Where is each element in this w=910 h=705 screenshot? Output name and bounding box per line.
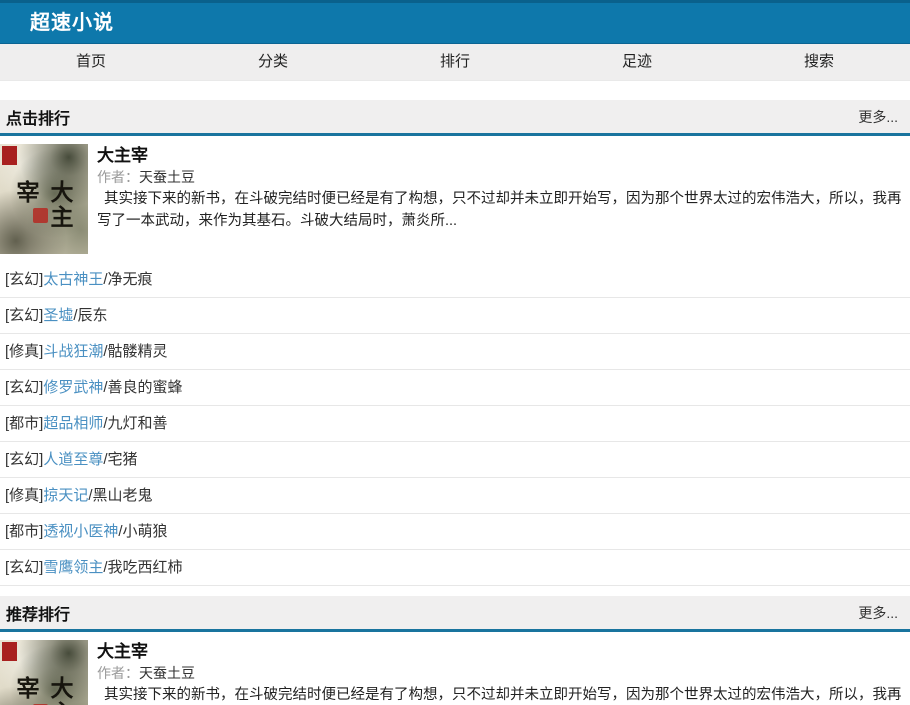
featured-book: 大主宰 大主宰 作者：天蚕土豆 其实接下来的新书，在斗破完结时便已经是有了构想，… bbox=[0, 632, 910, 705]
book-title-link[interactable]: 超品相师 bbox=[43, 415, 103, 432]
book-category: [修真] bbox=[5, 343, 43, 360]
section-title: 推荐排行 bbox=[6, 601, 70, 625]
list-item: [玄幻]圣墟/辰东 bbox=[0, 298, 910, 334]
book-title-link[interactable]: 圣墟 bbox=[43, 307, 73, 324]
more-link[interactable]: 更多... bbox=[858, 603, 898, 623]
book-author: 宅猪 bbox=[108, 451, 138, 468]
featured-book-title[interactable]: 大主宰 bbox=[97, 145, 906, 167]
click-ranking-list: [玄幻]太古神王/净无痕 [玄幻]圣墟/辰东 [修真]斗战狂潮/骷髅精灵 [玄幻… bbox=[0, 262, 910, 586]
book-title-link[interactable]: 人道至尊 bbox=[43, 451, 103, 468]
list-item: [玄幻]雪鹰领主/我吃西红柿 bbox=[0, 550, 910, 586]
author-label: 作者： bbox=[97, 169, 139, 185]
nav-item-history[interactable]: 足迹 bbox=[546, 44, 728, 80]
book-category: [修真] bbox=[5, 487, 43, 504]
featured-book-info: 大主宰 作者：天蚕土豆 其实接下来的新书，在斗破完结时便已经是有了构想，只不过却… bbox=[88, 144, 910, 254]
app-header: 超速小说 bbox=[0, 0, 910, 44]
list-item: [修真]斗战狂潮/骷髅精灵 bbox=[0, 334, 910, 370]
section-header-recommend-ranking: 推荐排行 更多... bbox=[0, 596, 910, 632]
book-category: [都市] bbox=[5, 415, 43, 432]
more-link[interactable]: 更多... bbox=[858, 107, 898, 127]
list-item: [修真]掠天记/黑山老鬼 bbox=[0, 478, 910, 514]
featured-book-title[interactable]: 大主宰 bbox=[97, 641, 906, 663]
nav-item-home[interactable]: 首页 bbox=[0, 44, 182, 80]
cover-red-corner-mark bbox=[2, 642, 17, 661]
book-title-link[interactable]: 斗战狂潮 bbox=[43, 343, 103, 360]
featured-book-author-line: 作者：天蚕土豆 bbox=[97, 167, 906, 188]
featured-book-description: 其实接下来的新书，在斗破完结时便已经是有了构想，只不过却并未立即开始写，因为那个… bbox=[97, 188, 906, 232]
section-header-click-ranking: 点击排行 更多... bbox=[0, 100, 910, 136]
nav-item-ranking[interactable]: 排行 bbox=[364, 44, 546, 80]
list-item: [玄幻]修罗武神/善良的蜜蜂 bbox=[0, 370, 910, 406]
featured-book-description: 其实接下来的新书，在斗破完结时便已经是有了构想，只不过却并未立即开始写，因为那个… bbox=[97, 684, 906, 705]
book-author: 我吃西红柿 bbox=[108, 559, 183, 576]
list-item: [都市]透视小医神/小萌狼 bbox=[0, 514, 910, 550]
list-item: [玄幻]人道至尊/宅猪 bbox=[0, 442, 910, 478]
book-author: 净无痕 bbox=[108, 271, 153, 288]
book-author: 骷髅精灵 bbox=[108, 343, 168, 360]
book-category: [玄幻] bbox=[5, 307, 43, 324]
spacer bbox=[0, 81, 910, 100]
book-cover-image[interactable]: 大主宰 bbox=[0, 640, 88, 705]
book-author: 九灯和善 bbox=[108, 415, 168, 432]
book-title-link[interactable]: 修罗武神 bbox=[43, 379, 103, 396]
book-title-link[interactable]: 雪鹰领主 bbox=[43, 559, 103, 576]
list-item: [玄幻]太古神王/净无痕 bbox=[0, 262, 910, 298]
author-name: 天蚕土豆 bbox=[139, 665, 195, 681]
book-author: 辰东 bbox=[78, 307, 108, 324]
book-author: 小萌狼 bbox=[123, 523, 168, 540]
book-title-link[interactable]: 透视小医神 bbox=[43, 523, 118, 540]
author-label: 作者： bbox=[97, 665, 139, 681]
featured-book-info: 大主宰 作者：天蚕土豆 其实接下来的新书，在斗破完结时便已经是有了构想，只不过却… bbox=[88, 640, 910, 705]
book-author: 黑山老鬼 bbox=[93, 487, 153, 504]
author-name: 天蚕土豆 bbox=[139, 169, 195, 185]
book-category: [玄幻] bbox=[5, 271, 43, 288]
cover-calligraphy-text: 大主宰 bbox=[8, 676, 76, 705]
spacer bbox=[0, 586, 910, 596]
nav-item-search[interactable]: 搜索 bbox=[728, 44, 910, 80]
nav-item-category[interactable]: 分类 bbox=[182, 44, 364, 80]
site-title[interactable]: 超速小说 bbox=[0, 3, 910, 43]
book-cover-image[interactable]: 大主宰 bbox=[0, 144, 88, 254]
book-category: [玄幻] bbox=[5, 559, 43, 576]
featured-book: 大主宰 大主宰 作者：天蚕土豆 其实接下来的新书，在斗破完结时便已经是有了构想，… bbox=[0, 136, 910, 254]
book-author: 善良的蜜蜂 bbox=[108, 379, 183, 396]
section-title: 点击排行 bbox=[6, 105, 70, 129]
book-category: [玄幻] bbox=[5, 379, 43, 396]
book-category: [都市] bbox=[5, 523, 43, 540]
main-nav: 首页 分类 排行 足迹 搜索 bbox=[0, 44, 910, 81]
book-category: [玄幻] bbox=[5, 451, 43, 468]
list-item: [都市]超品相师/九灯和善 bbox=[0, 406, 910, 442]
featured-book-author-line: 作者：天蚕土豆 bbox=[97, 663, 906, 684]
cover-red-seal bbox=[33, 208, 48, 223]
cover-red-corner-mark bbox=[2, 146, 17, 165]
book-title-link[interactable]: 掠天记 bbox=[43, 487, 88, 504]
book-title-link[interactable]: 太古神王 bbox=[43, 271, 103, 288]
